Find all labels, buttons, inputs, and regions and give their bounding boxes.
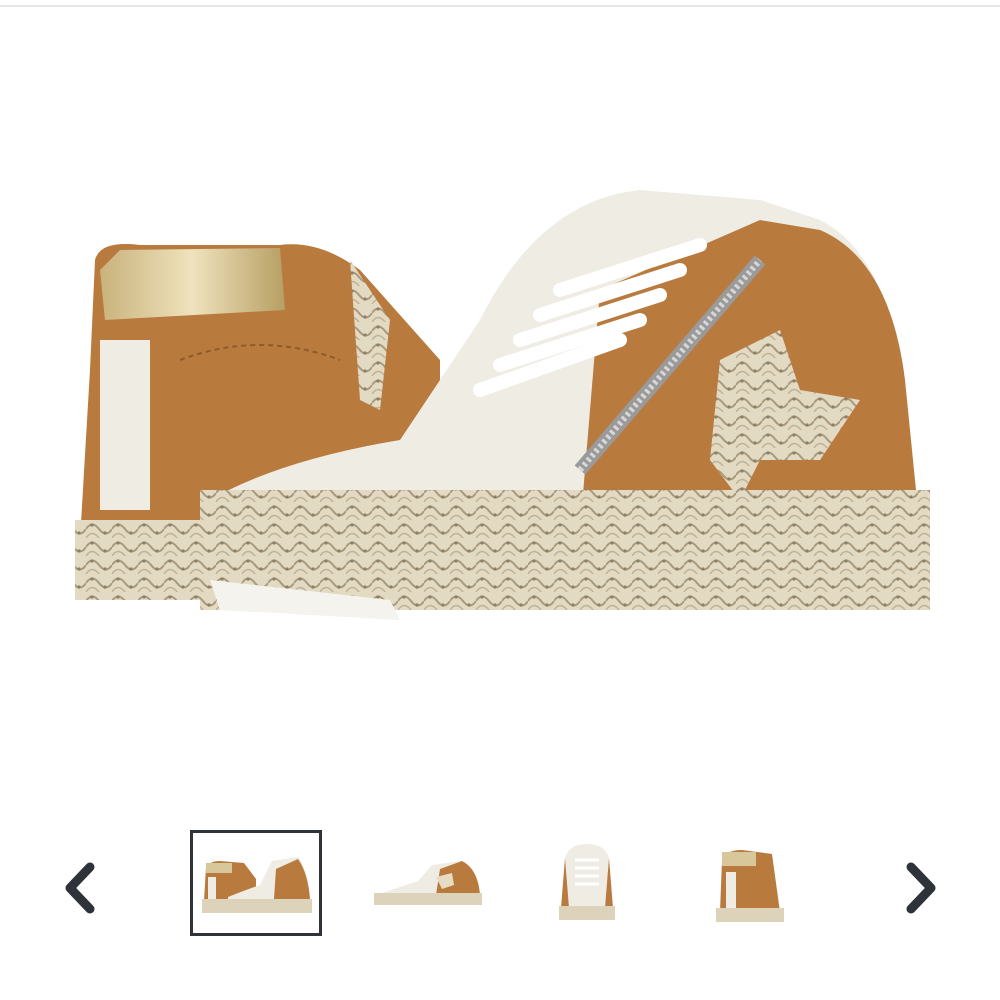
sneaker-back-thumbnail bbox=[716, 850, 784, 922]
sneaker-side-thumbnail bbox=[374, 861, 482, 905]
thumbnail-pair[interactable] bbox=[190, 830, 322, 936]
sneaker-pair-illustration bbox=[75, 190, 930, 620]
chevron-right-icon bbox=[906, 862, 936, 914]
thumbnail-front[interactable] bbox=[521, 830, 653, 936]
thumbnail-carousel bbox=[0, 830, 1000, 940]
main-product-image[interactable] bbox=[60, 160, 940, 640]
previous-image-button[interactable] bbox=[55, 858, 103, 918]
thumbnail-side[interactable] bbox=[362, 830, 494, 936]
sneaker-front-thumbnail bbox=[559, 844, 615, 920]
chevron-left-icon bbox=[65, 862, 95, 914]
thumbnail-back[interactable] bbox=[684, 830, 816, 936]
sneaker-pair-thumbnail bbox=[202, 857, 312, 913]
top-divider bbox=[0, 5, 1000, 7]
product-gallery bbox=[0, 0, 1000, 1000]
next-image-button[interactable] bbox=[898, 858, 946, 918]
